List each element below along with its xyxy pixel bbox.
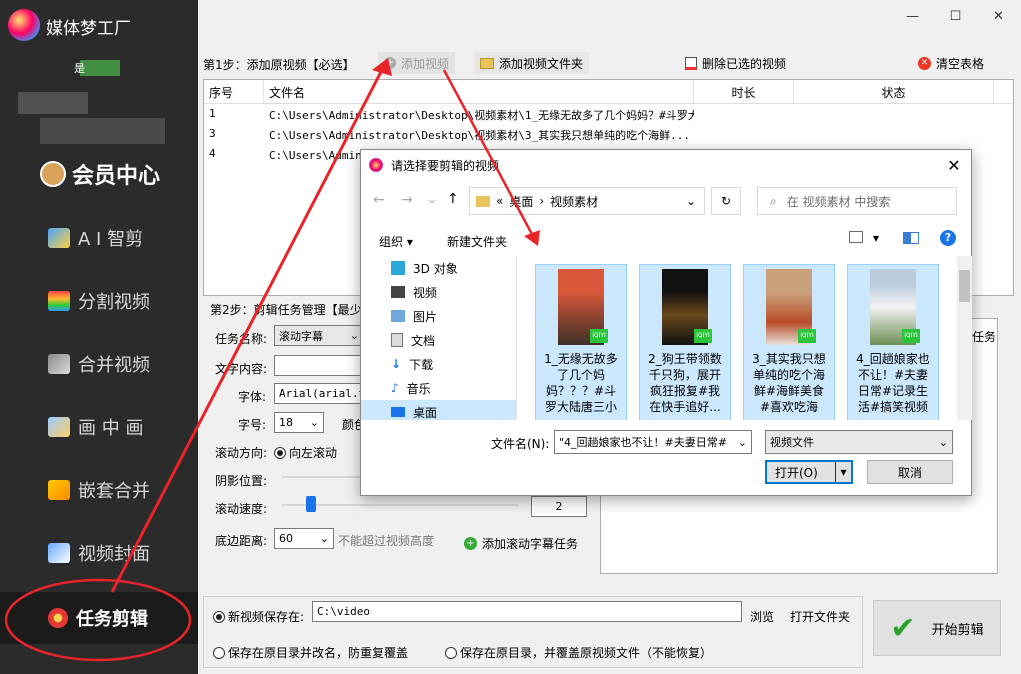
annotation-arrow-line xyxy=(442,69,536,239)
app-window: 媒体梦工厂 是 会员中心 A I 智剪 分割视频 合并视频 画 中 画 嵌套合并… xyxy=(0,0,1021,674)
annotation-arrowhead xyxy=(372,58,392,76)
annotation-overlay xyxy=(4,58,540,662)
annotation-arrow-line xyxy=(110,65,386,593)
annotation-ellipse xyxy=(4,578,192,662)
